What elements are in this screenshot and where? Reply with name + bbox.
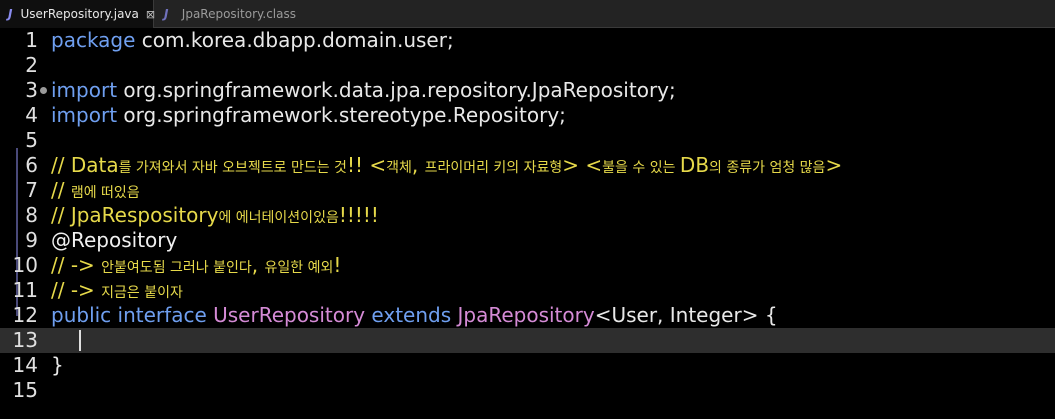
code-token: DB [679,153,710,177]
code-line[interactable]: 10 // -> 안붙여도됨 그러나 붙인다, 유일한 예외! [0,253,1055,278]
code-line[interactable]: 8 // JpaRespository에 에너테이션이있음!!!!! [0,203,1055,228]
line-code [51,328,76,353]
line-number: 12 [12,303,38,327]
line-number: 11 [12,278,38,302]
line-code: import org.springframework.stereotype.Re… [51,103,566,128]
code-line[interactable]: 11 // -> 지금은 붙이자 [0,278,1055,303]
line-number: 7 [25,178,38,202]
code-token: , [411,153,425,177]
code-token: package [51,28,136,52]
line-code: // -> 지금은 붙이자 [51,278,183,306]
code-token: , [251,253,265,277]
code-token: UserRepository [213,303,366,327]
line-number: 1 [25,28,38,52]
code-line[interactable]: 13 [0,328,1055,353]
tab-user-repository-java[interactable]: J UserRepository.java ⊠ [0,0,155,28]
close-icon[interactable]: ⊠ [146,8,155,21]
code-token: // Data [51,153,119,177]
code-token: 유일한 예외 [264,260,334,276]
code-line[interactable]: 2 [0,53,1055,78]
code-token: // -> [51,278,102,302]
tab-jpa-repository-class[interactable]: J JpaRepository.class [156,0,296,28]
tab-label: UserRepository.java [20,7,139,21]
code-token: com.korea.dbapp.domain.user; [135,28,454,52]
code-token: import [51,103,118,127]
code-line[interactable]: 1 package com.korea.dbapp.domain.user; [0,28,1055,53]
code-token: 에 에너테이션이있음 [218,210,339,226]
line-code: package com.korea.dbapp.domain.user; [51,28,454,53]
code-token: 불을 수 있는 [602,160,680,176]
code-line[interactable]: 3 import org.springframework.data.jpa.rep… [0,78,1055,103]
code-token: interface [117,303,207,327]
line-number: 14 [12,353,38,377]
line-code: import org.springframework.data.jpa.repo… [51,78,676,103]
code-token: org.springframework.data.jpa.repository.… [117,78,676,102]
code-line[interactable]: 14} [0,353,1055,378]
code-token: extends [371,303,452,327]
code-token: ! [333,253,342,277]
class-file-icon: J [164,7,169,21]
code-token: > < [562,153,603,177]
code-token: !! < [346,153,387,177]
code-token: 지금은 붙이자 [101,285,183,301]
code-line[interactable]: 12 public interface UserRepository extend… [0,303,1055,328]
line-code: // -> 안붙여도됨 그러나 붙인다, 유일한 예외! [51,253,341,281]
line-code: // JpaRespository에 에너테이션이있음!!!!! [51,203,379,231]
code-line[interactable]: 7 // 램에 떠있음 [0,178,1055,203]
line-code: public interface UserRepository extends … [51,303,778,328]
code-token: > [825,153,843,177]
code-line[interactable]: 6 // Data를 가져와서 자바 오브젝트로 만드는 것!! <객체, 프라이… [0,153,1055,178]
line-number: 2 [25,53,38,77]
code-token: public [51,303,112,327]
code-token: !!!!! [338,203,379,227]
code-line[interactable]: 4 import org.springframework.stereotype.R… [0,103,1055,128]
tab-label: JpaRepository.class [181,7,296,21]
code-token: 램에 떠있음 [70,185,140,201]
line-code: } [51,353,64,378]
java-file-icon: J [8,7,13,21]
line-number: 6 [25,153,38,177]
line-number: 10 [12,253,38,277]
code-token: 를 가져와서 자바 오브젝트로 만드는 것 [118,160,347,176]
code-token: @Repository [51,228,178,252]
code-token: import [51,78,118,102]
code-line[interactable]: 5 [0,128,1055,153]
code-token: 프라이머리 키의 자료형 [424,160,563,176]
code-token: } [51,353,64,377]
code-line[interactable]: 15 [0,378,1055,403]
code-token: JpaRepository [457,303,595,327]
line-code: // Data를 가져와서 자바 오브젝트로 만드는 것!! <객체, 프라이머… [51,153,842,181]
code-token: 객체 [386,160,412,176]
code-token: org.springframework.stereotype.Repositor… [117,103,566,127]
code-token: <User, Integer> { [594,303,778,327]
line-number: 4 [25,103,38,127]
code-token: // JpaRespository [51,203,219,227]
line-number: 8 [25,203,38,227]
code-token: 의 종류가 엄청 많음 [709,160,826,176]
line-number: 9 [25,228,38,252]
line-number: 5 [25,128,38,152]
code-token: 안붙여도됨 그러나 붙인다 [101,260,252,276]
line-code: @Repository [51,228,177,253]
text-caret [79,330,81,351]
code-token: // [51,178,71,202]
import-marker-icon[interactable] [40,87,47,94]
code-token: // -> [51,253,102,277]
line-number: 3 [25,78,38,102]
code-line[interactable]: 9 @Repository [0,228,1055,253]
editor-tab-bar: J UserRepository.java ⊠ J JpaRepository.… [0,0,1055,28]
line-number: 15 [12,378,38,402]
line-number: 13 [12,328,38,352]
line-code: // 램에 떠있음 [51,178,140,206]
code-editor[interactable]: 1 package com.korea.dbapp.domain.user; 2 3 i… [0,28,1055,419]
